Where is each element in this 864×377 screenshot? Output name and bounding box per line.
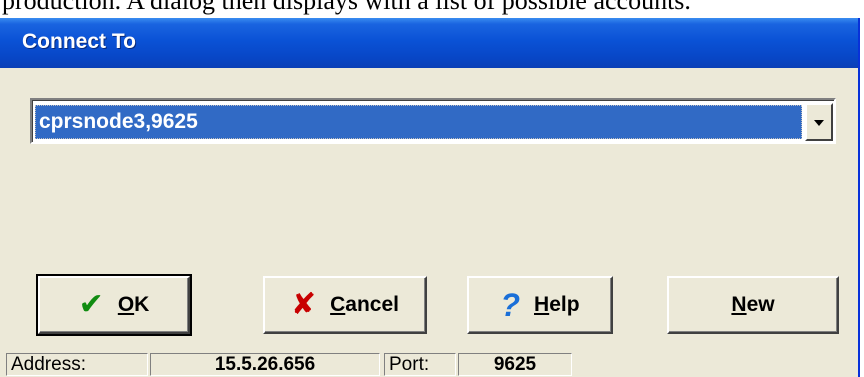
server-select-value[interactable]: cprsnode3,9625 [35,105,802,139]
ok-button-label: OK [117,293,150,316]
help-button[interactable]: ? Help [467,276,613,334]
cancel-button-label: Cancel [330,293,399,316]
connect-dialog: Connect To cprsnode3,9625 ✔ OK ✘ Cancel … [0,18,860,377]
status-bar: Address: 15.5.26.656 Port: 9625 [0,352,858,377]
document-text: production. A dialog then displays with … [2,0,691,15]
ok-button[interactable]: ✔ OK [36,274,192,336]
dropdown-button[interactable] [805,103,833,141]
port-label: Port: [384,353,456,376]
address-value: 15.5.26.656 [150,353,380,376]
chevron-down-icon [814,120,824,126]
address-label: Address: [6,353,148,376]
x-icon: ✘ [290,288,317,321]
title-bar[interactable]: Connect To [0,18,858,68]
help-button-label: Help [534,293,580,316]
new-button-label: New [731,293,775,316]
dialog-title: Connect To [22,30,136,53]
cancel-button[interactable]: ✘ Cancel [263,276,427,334]
question-mark-icon: ? [500,287,521,323]
checkmark-icon: ✔ [78,288,104,321]
port-value: 9625 [458,353,572,376]
new-button[interactable]: New [667,276,839,334]
server-select[interactable]: cprsnode3,9625 [30,98,836,144]
